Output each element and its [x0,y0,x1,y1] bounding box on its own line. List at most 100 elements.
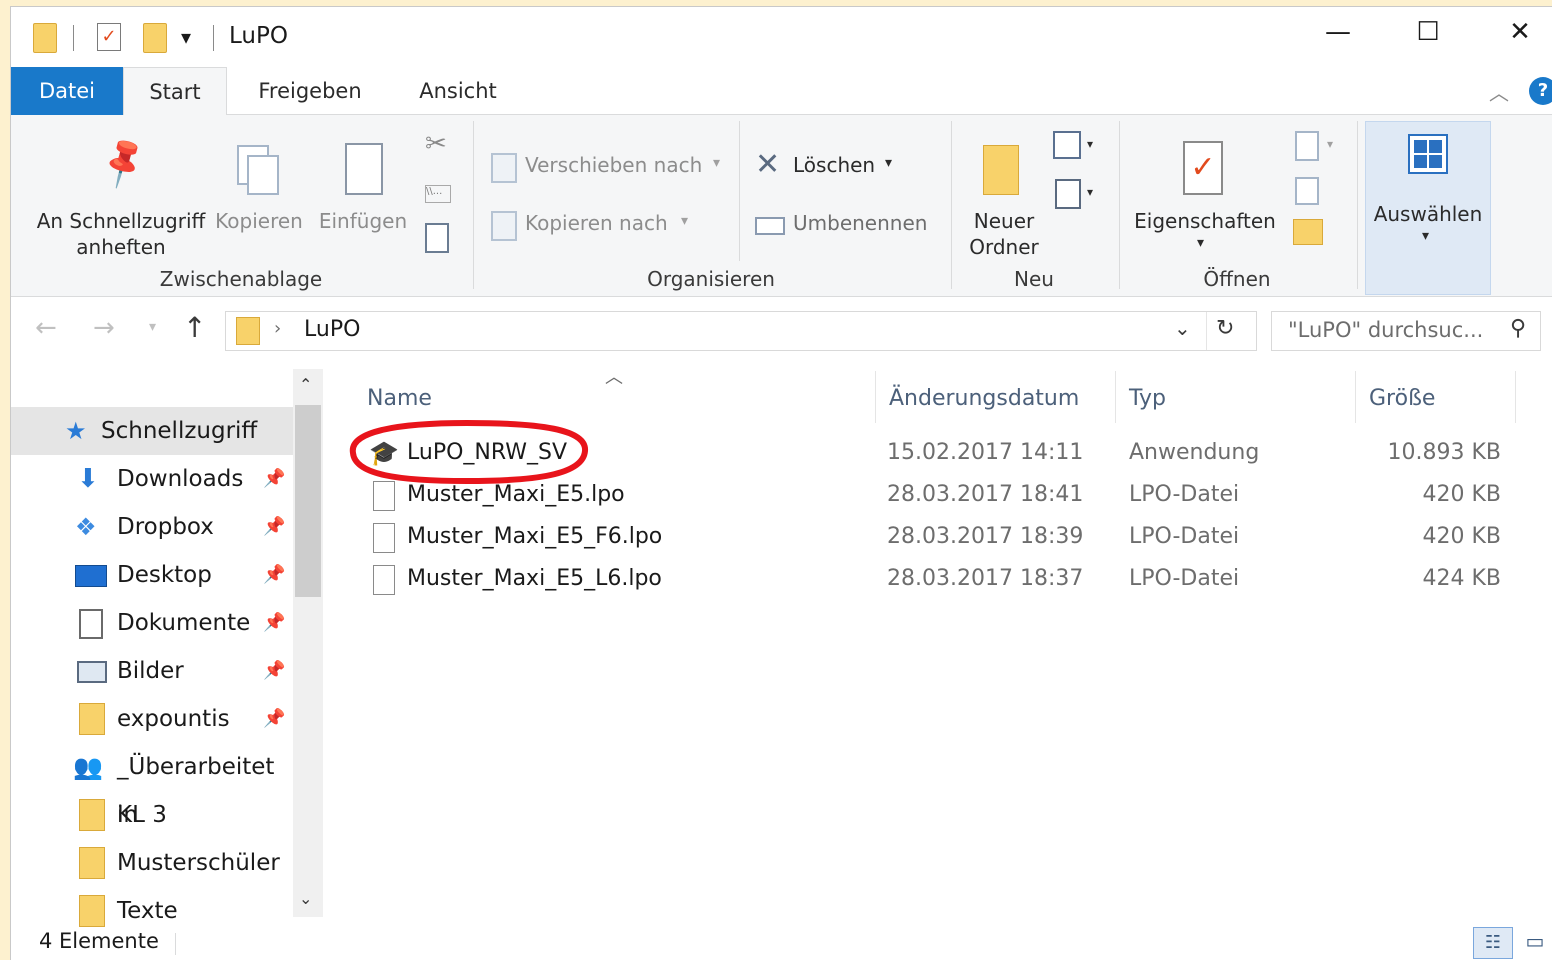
column-separator[interactable] [1355,371,1356,423]
maximize-button[interactable]: ☐ [1405,17,1451,47]
column-separator[interactable] [1515,371,1516,423]
separator [175,933,176,955]
move-to-button[interactable]: Verschieben nach ▾ [491,149,727,185]
folder-icon [236,317,260,345]
column-header-type[interactable]: Typ [1129,371,1349,427]
cut-icon[interactable]: ✂ [425,129,447,159]
chevron-down-icon: ▾ [1087,185,1094,199]
collapse-ribbon-icon[interactable]: ︿ [1489,77,1509,106]
nav-item-label: expountis [117,706,230,732]
paste-shortcut-icon[interactable] [425,223,449,253]
copy-to-icon [491,211,517,241]
group-separator [1119,121,1120,289]
file-date: 28.03.2017 18:37 [887,566,1084,591]
customize-quick-access-icon[interactable]: ▾ [181,25,191,49]
breadcrumb[interactable]: LuPO [304,317,360,342]
back-arrow-icon[interactable]: ← [35,313,57,343]
scroll-down-icon[interactable]: ⌄ [299,889,312,908]
paste-button[interactable]: Einfügen [311,123,415,243]
edit-icon[interactable] [1295,177,1319,205]
nav-scrollbar[interactable]: ⌃ ⌄ [293,369,323,917]
scrollbar-thumb[interactable] [295,405,321,597]
file-name: Muster_Maxi_E5_F6.lpo [407,524,663,549]
nav-item-kl3[interactable]: KL 3 [11,791,291,839]
file-type: LPO-Datei [1129,566,1240,591]
select-button[interactable]: Auswählen ▾ [1365,121,1491,295]
table-row[interactable]: Muster_Maxi_E5_F6.lpo 28.03.2017 18:39 L… [351,517,1531,559]
rename-button[interactable]: Umbenennen [755,207,945,243]
nav-item-expountis[interactable]: expountis 📌 [11,695,291,743]
nav-item-pictures[interactable]: Bilder 📌 [11,647,291,695]
delete-button[interactable]: ✕ Löschen ▾ [755,147,935,185]
navigation-pane: ★ Schnellzugriff ⬇ Downloads 📌 ❖ Dropbox… [11,367,333,927]
file-size: 420 KB [1422,482,1501,507]
group-label-organize: Organisieren [647,267,775,291]
nav-item-documents[interactable]: Dokumente 📌 [11,599,291,647]
nav-item-quick-access[interactable]: ★ Schnellzugriff [11,407,293,455]
new-folder-label-line1: Neuer [973,209,1035,233]
rename-icon [755,217,785,235]
column-separator[interactable] [875,371,876,423]
new-folder-button[interactable]: Neuer Ordner [961,123,1047,263]
search-icon[interactable]: ⚲ [1510,316,1526,341]
tab-share[interactable]: Freigeben [243,67,377,115]
nav-item-ueberarbeitet[interactable]: 👥 _Überarbeitet in [11,743,291,828]
nav-item-label: Dropbox [117,514,214,540]
copy-button[interactable]: Kopieren [211,123,307,243]
help-icon[interactable]: ? [1529,77,1552,105]
picture-icon [77,661,107,683]
large-icons-view-icon[interactable]: ▭ [1519,929,1551,957]
easy-access-icon[interactable] [1055,179,1081,209]
copy-to-button[interactable]: Kopieren nach ▾ [491,207,727,243]
download-arrow-icon: ⬇ [77,464,99,494]
search-placeholder: "LuPO" durchsuc... [1288,318,1484,342]
select-label: Auswählen [1373,202,1483,226]
search-input[interactable]: "LuPO" durchsuc... ⚲ [1271,311,1541,351]
column-separator[interactable] [1115,371,1116,423]
folder-icon [79,703,105,735]
nav-item-label: KL 3 [117,802,167,828]
tab-view[interactable]: Ansicht [403,67,513,115]
up-arrow-icon[interactable]: ↑ [183,311,206,344]
pin-icon: 📌 [263,708,286,729]
pin-quick-access-button[interactable]: 📌 An Schnellzugriff anheften [21,123,221,263]
address-history-dropdown[interactable]: ⌄ [1174,316,1191,340]
nav-item-dropbox[interactable]: ❖ Dropbox 📌 [11,503,291,551]
column-header-size[interactable]: Größe [1369,371,1509,427]
scroll-up-icon[interactable]: ⌃ [299,375,312,394]
clipboard-icon [345,143,383,195]
document-icon [79,609,103,639]
folder-icon [79,895,105,927]
forward-arrow-icon[interactable]: → [93,313,115,343]
refresh-icon[interactable]: ↻ [1216,316,1234,341]
users-folder-icon: 👥 [73,753,103,781]
tab-start[interactable]: Start [123,67,227,116]
copy-path-icon[interactable]: \\... [425,185,451,203]
chevron-down-icon: ▾ [713,155,721,171]
file-type: LPO-Datei [1129,524,1240,549]
close-button[interactable]: ✕ [1497,17,1543,47]
item-count: 4 Elemente [39,929,159,953]
pin-label-line2: anheften [76,235,166,259]
nav-item-musterschueler[interactable]: Musterschüler [11,839,291,887]
open-icon[interactable] [1295,131,1319,161]
properties-check-icon[interactable]: ✓ [97,23,121,51]
chevron-down-icon: ▾ [885,155,893,171]
minimize-button[interactable]: — [1315,17,1361,47]
nav-item-downloads[interactable]: ⬇ Downloads 📌 [11,455,291,503]
new-folder-quick-icon[interactable] [143,23,167,53]
new-folder-label-line2: Ordner [969,235,1039,259]
nav-item-label: Desktop [117,562,212,588]
new-item-icon[interactable] [1053,131,1081,159]
group-separator [473,121,474,289]
history-icon[interactable] [1293,219,1323,245]
chevron-down-icon: ▾ [1422,228,1430,244]
table-row[interactable]: Muster_Maxi_E5_L6.lpo 28.03.2017 18:37 L… [351,559,1531,601]
column-header-date[interactable]: Änderungsdatum [889,371,1111,427]
details-view-icon[interactable]: ☷ [1473,927,1513,959]
tab-file[interactable]: Datei [11,67,123,115]
address-bar[interactable]: › LuPO ⌄ ↻ [225,311,1257,351]
nav-item-desktop[interactable]: Desktop 📌 [11,551,291,599]
recent-locations-icon[interactable]: ▾ [149,319,156,335]
properties-button[interactable]: ✓ Eigenschaften ▾ [1129,123,1281,263]
